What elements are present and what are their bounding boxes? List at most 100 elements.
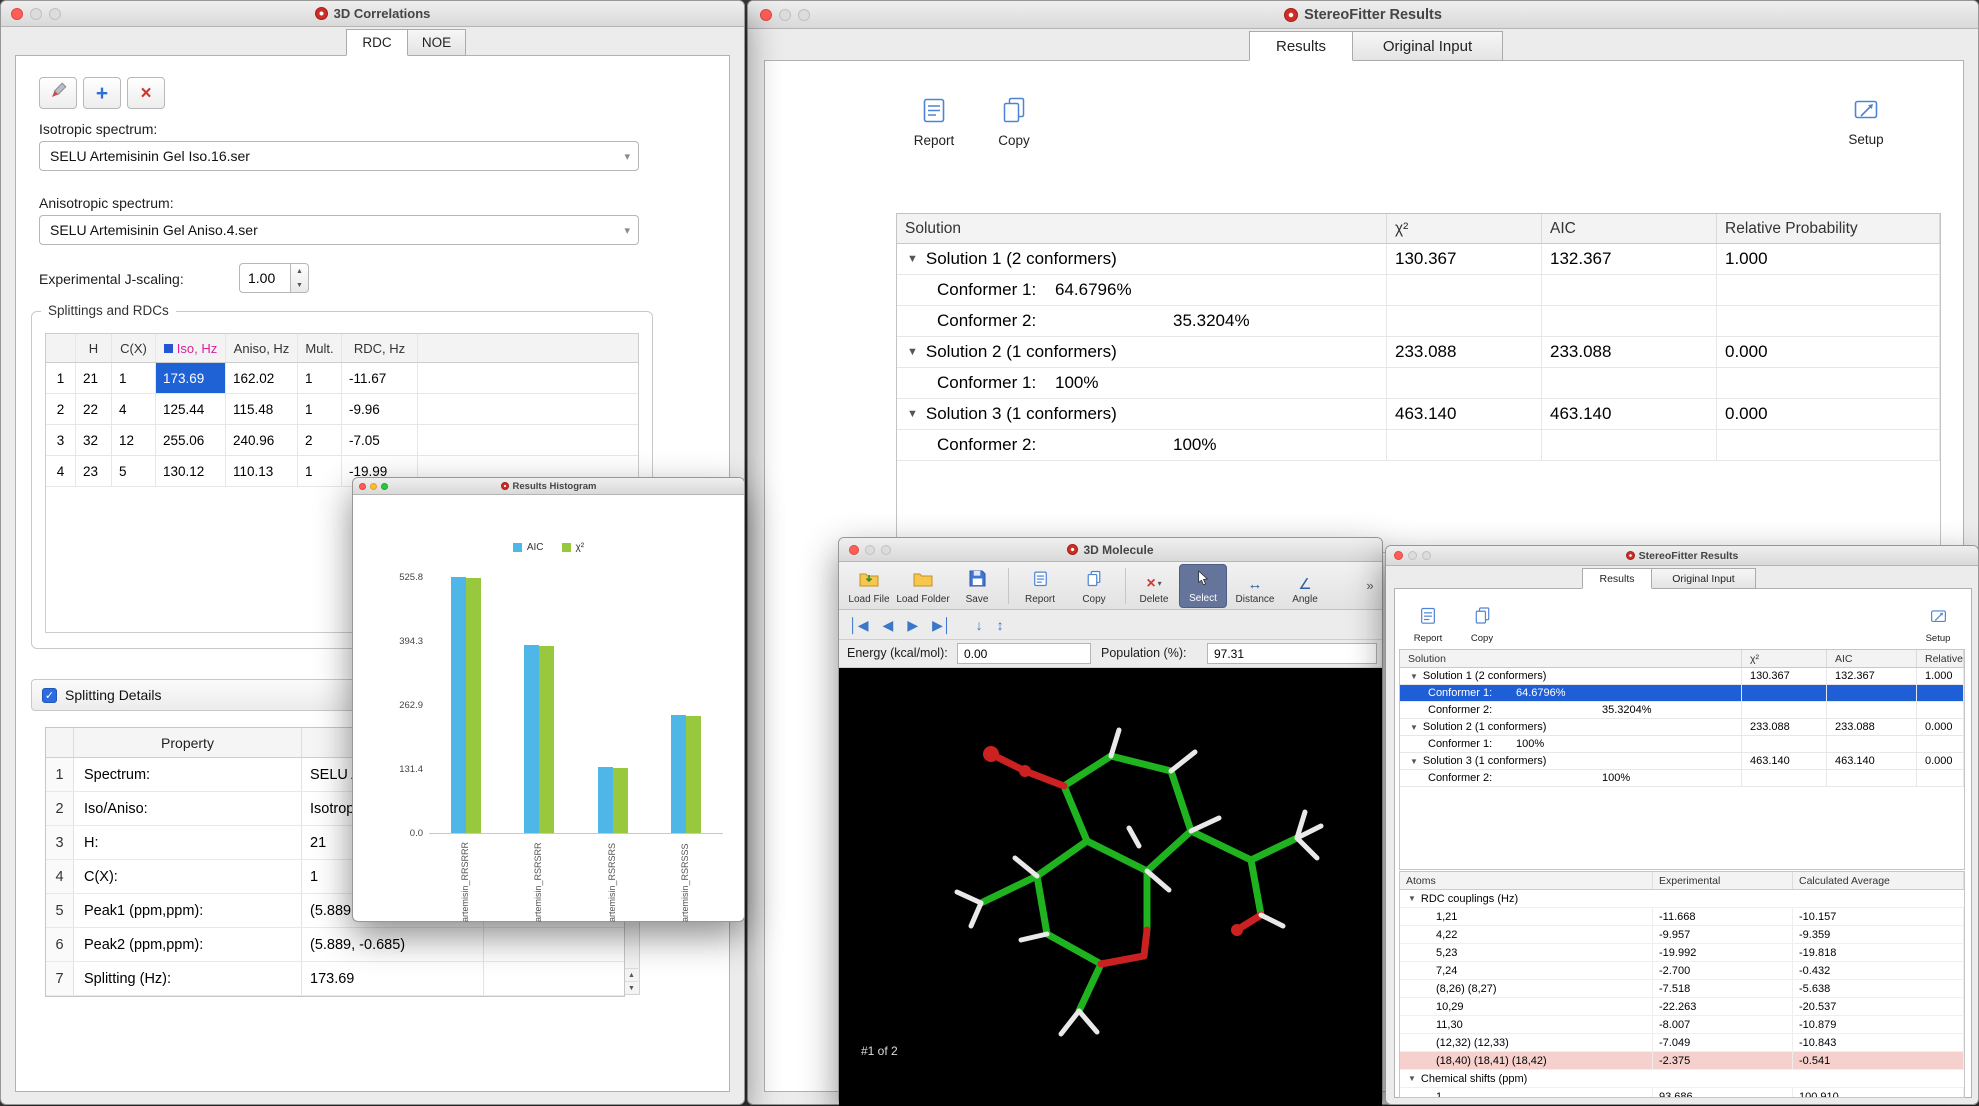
disclosure-triangle-icon[interactable]: ▼ — [1410, 723, 1418, 732]
cell-aniso[interactable]: 240.96 — [226, 425, 298, 455]
cell-n[interactable]: 1 — [46, 363, 76, 393]
cell-mult[interactable]: 1 — [298, 363, 342, 393]
cell-aniso[interactable]: 110.13 — [226, 456, 298, 486]
cell-cx[interactable]: 5 — [112, 456, 156, 486]
column-header[interactable] — [46, 728, 74, 757]
atoms-data-row[interactable]: (18,40) (18,41) (18,42)-2.375-0.541 — [1400, 1052, 1964, 1070]
cell-mult[interactable]: 1 — [298, 394, 342, 424]
conformer-row[interactable]: Conformer 2:35.3204% — [897, 306, 1940, 337]
report-button[interactable]: Report — [1014, 564, 1066, 608]
angle-button[interactable]: ∠ Angle — [1283, 564, 1327, 608]
disclosure-triangle-icon[interactable]: ▼ — [1410, 672, 1418, 681]
zoom-button[interactable] — [881, 545, 891, 555]
bar-aic[interactable] — [671, 715, 686, 833]
first-frame-icon[interactable]: │◀ — [849, 618, 869, 632]
solution-row[interactable]: ▼Solution 2 (1 conformers)233.088233.088… — [1400, 719, 1964, 736]
energy-input[interactable]: 0.00 — [957, 643, 1091, 664]
play-icon[interactable]: ▶ — [907, 618, 918, 632]
distance-button[interactable]: ↔ Distance — [1229, 564, 1281, 608]
disclosure-triangle-icon[interactable]: ▼ — [907, 408, 918, 420]
column-header[interactable]: Mult. — [298, 334, 342, 362]
setup-button[interactable]: Setup — [1831, 89, 1901, 155]
atoms-data-row[interactable]: 7,24-2.700-0.432 — [1400, 962, 1964, 980]
minimize-button[interactable] — [370, 483, 377, 490]
stepper-up-icon[interactable]: ▲ — [291, 264, 308, 278]
bar-aic[interactable] — [524, 645, 539, 833]
close-button[interactable] — [359, 483, 366, 490]
conformer-row[interactable]: Conformer 1:64.6796% — [1400, 685, 1964, 702]
column-header[interactable]: Property — [74, 728, 302, 757]
cell-rdc[interactable]: -7.05 — [342, 425, 418, 455]
cell-cx[interactable]: 12 — [112, 425, 156, 455]
minimize-button[interactable] — [865, 545, 875, 555]
solution-row[interactable]: ▼Solution 3 (1 conformers)463.140463.140… — [897, 399, 1940, 430]
conformer-row[interactable]: Conformer 2:100% — [897, 430, 1940, 461]
cell-iso[interactable]: 173.69 — [156, 363, 226, 393]
column-header[interactable]: H — [76, 334, 112, 362]
column-header[interactable]: C(X) — [112, 334, 156, 362]
property-row[interactable]: 6Peak2 (ppm,ppm):(5.889, -0.685) — [46, 928, 624, 962]
titlebar[interactable]: 3D Molecule — [839, 538, 1382, 562]
close-button[interactable] — [1394, 551, 1403, 560]
minimize-button[interactable] — [1408, 551, 1417, 560]
disclosure-triangle-icon[interactable]: ▼ — [1410, 757, 1418, 766]
conformer-row[interactable]: Conformer 2:100% — [1400, 770, 1964, 787]
jscaling-value[interactable]: 1.00 — [239, 263, 291, 293]
disclosure-triangle-icon[interactable]: ▼ — [907, 253, 918, 265]
splittings-row[interactable]: 33212255.06240.962-7.05 — [46, 425, 638, 456]
column-header[interactable]: AIC — [1542, 214, 1717, 243]
cell-iso[interactable]: 125.44 — [156, 394, 226, 424]
cell-h[interactable]: 21 — [76, 363, 112, 393]
cell-aniso[interactable]: 115.48 — [226, 394, 298, 424]
atoms-table[interactable]: AtomsExperimentalCalculated Average▼RDC … — [1399, 871, 1965, 1098]
jscaling-stepper[interactable]: 1.00 ▲▼ — [239, 263, 309, 293]
toolbar-overflow-button[interactable]: » — [1362, 578, 1378, 593]
atoms-data-row[interactable]: (12,32) (12,33)-7.049-10.843 — [1400, 1034, 1964, 1052]
titlebar[interactable]: StereoFitter Results — [748, 1, 1978, 29]
cell-cx[interactable]: 4 — [112, 394, 156, 424]
column-header[interactable]: χ² — [1387, 214, 1542, 243]
isotropic-spectrum-select[interactable]: SELU Artemisinin Gel Iso.16.ser ▾ — [39, 141, 639, 171]
conformer-row[interactable]: Conformer 1:100% — [1400, 736, 1964, 753]
bar-chi2[interactable] — [466, 578, 481, 833]
select-button[interactable]: Select — [1179, 564, 1227, 608]
molecule-3d-canvas[interactable]: #1 of 2 — [839, 668, 1382, 1106]
solution-row[interactable]: ▼Solution 2 (1 conformers)233.088233.088… — [897, 337, 1940, 368]
tab-original-input[interactable]: Original Input — [1353, 31, 1503, 61]
bar-chi2[interactable] — [686, 716, 701, 833]
titlebar[interactable]: StereoFitter Results — [1386, 546, 1978, 566]
delete-button[interactable]: ×▾ Delete — [1131, 564, 1177, 608]
splitting-details-checkbox[interactable]: ✓ — [42, 688, 57, 703]
down-arrow-icon[interactable]: ↓ — [976, 618, 983, 632]
close-button[interactable] — [11, 8, 23, 20]
tab-rdc[interactable]: RDC — [346, 29, 408, 56]
tab-results[interactable]: Results — [1582, 568, 1652, 589]
cell-rdc[interactable]: -9.96 — [342, 394, 418, 424]
column-header[interactable]: Solution — [897, 214, 1387, 243]
report-button[interactable]: Report — [1404, 596, 1452, 644]
previous-frame-icon[interactable]: ◀ — [883, 618, 894, 632]
solutions-table[interactable]: Solutionχ²AICRelative Probability▼Soluti… — [896, 213, 1941, 553]
setup-button[interactable]: Setup — [1914, 596, 1962, 644]
atoms-group-row[interactable]: ▼Chemical shifts (ppm) — [1400, 1070, 1964, 1088]
scroll-down-icon[interactable]: ▼ — [625, 981, 638, 994]
atoms-data-row[interactable]: 4,22-9.957-9.359 — [1400, 926, 1964, 944]
atoms-data-row[interactable]: 10,29-22.263-20.537 — [1400, 998, 1964, 1016]
save-button[interactable]: Save — [951, 564, 1003, 608]
splittings-row[interactable]: 1211173.69162.021-11.67 — [46, 363, 638, 394]
disclosure-triangle-icon[interactable]: ▼ — [1408, 894, 1416, 903]
zoom-button[interactable] — [381, 483, 388, 490]
conformer-row[interactable]: Conformer 2:35.3204% — [1400, 702, 1964, 719]
property-row[interactable]: 7Splitting (Hz):173.69 — [46, 962, 624, 996]
copy-button[interactable]: Copy — [979, 89, 1049, 155]
column-header[interactable]: RDC, Hz — [342, 334, 418, 362]
minimize-button[interactable] — [779, 9, 791, 21]
column-header[interactable]: Aniso, Hz — [226, 334, 298, 362]
cell-iso[interactable]: 255.06 — [156, 425, 226, 455]
column-header[interactable]: Solution — [1400, 650, 1742, 667]
column-header[interactable]: Relative Probability — [1917, 650, 1964, 667]
report-button[interactable]: Report — [899, 89, 969, 155]
column-header[interactable]: Iso, Hz — [156, 334, 226, 362]
cell-cx[interactable]: 1 — [112, 363, 156, 393]
atoms-data-row[interactable]: 1,21-11.668-10.157 — [1400, 908, 1964, 926]
